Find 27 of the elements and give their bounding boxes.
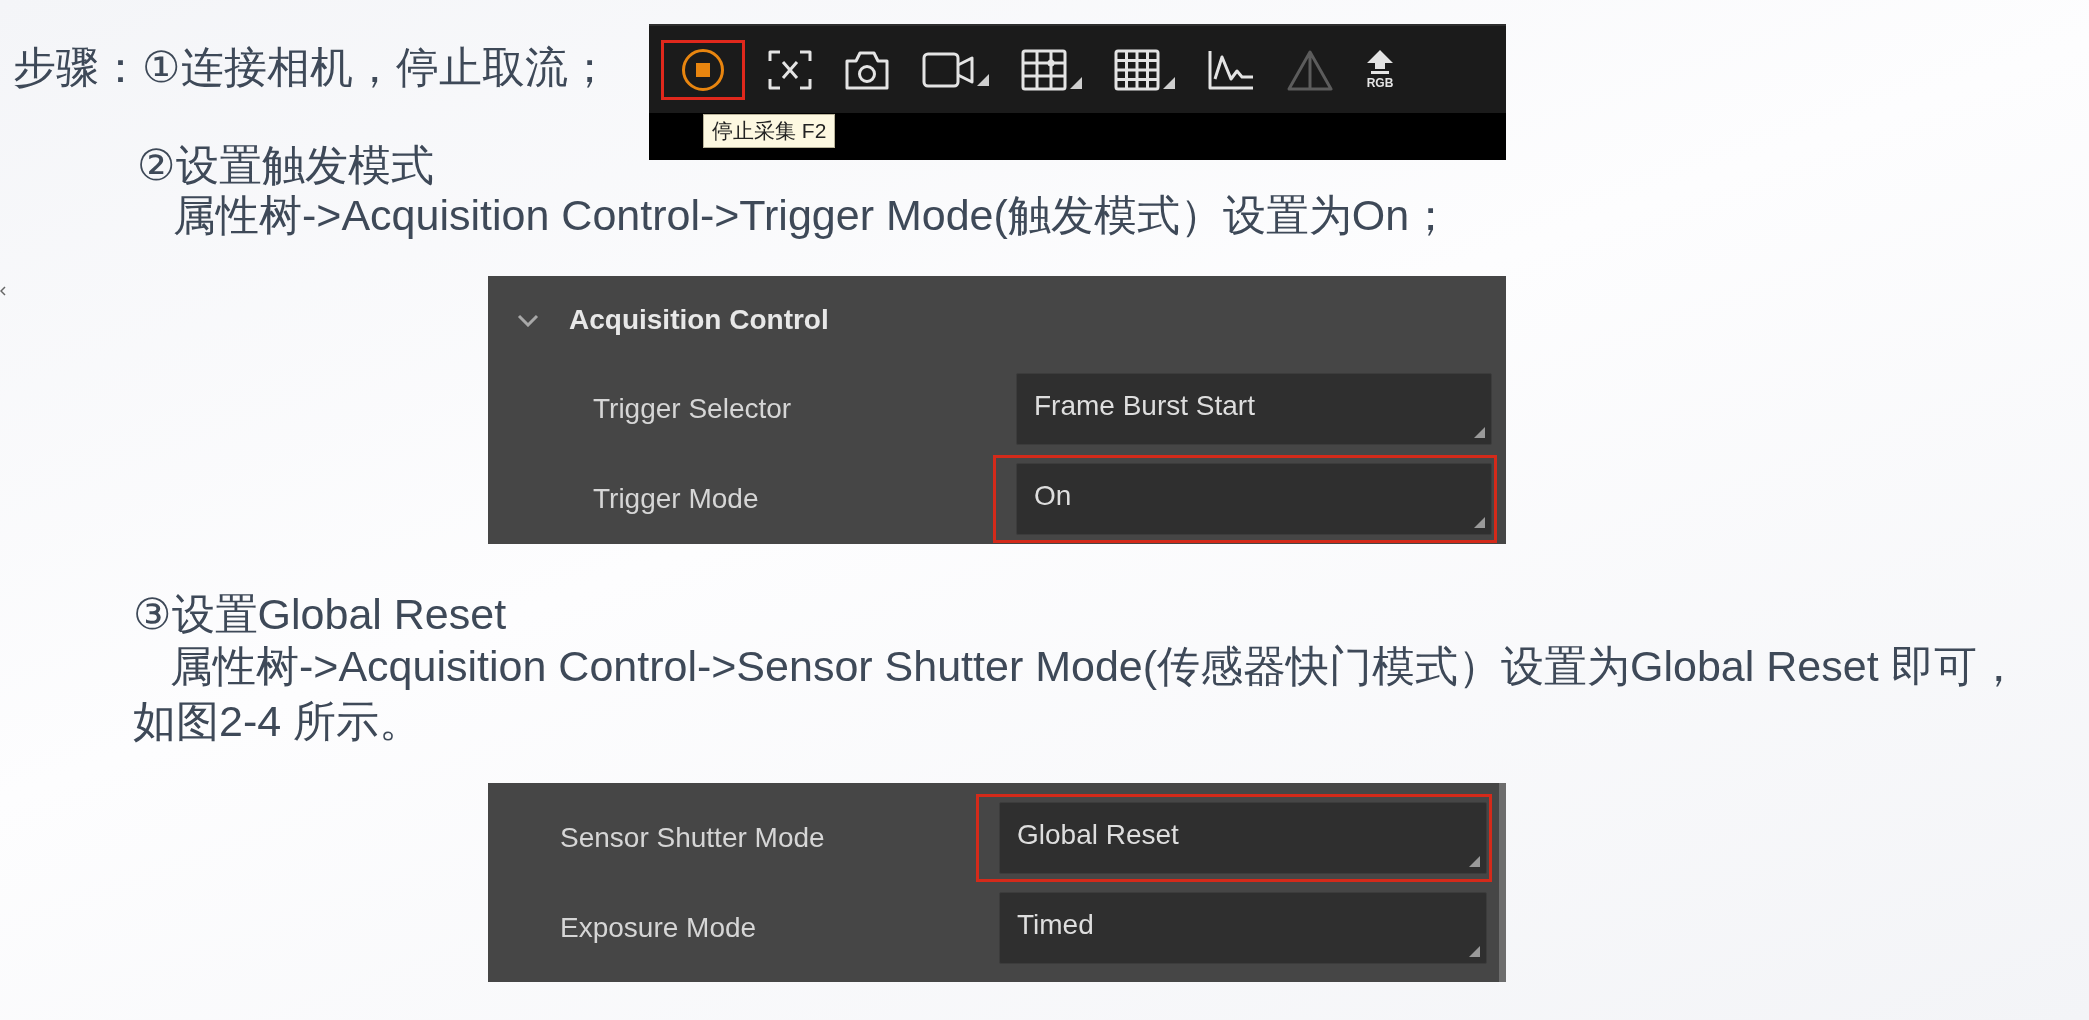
edge-chevron-icon [0, 286, 6, 296]
dropdown-caret-icon [1163, 76, 1175, 89]
dropdown-field[interactable]: Global Reset [999, 802, 1487, 874]
property-label: Exposure Mode [559, 912, 758, 944]
corner-triangle-icon [1474, 427, 1485, 438]
dropdown-field[interactable]: Timed [999, 892, 1487, 964]
corner-triangle-icon [1469, 856, 1480, 867]
instruction-text: 属性树->Acquisition Control->Sensor Shutter Mode(传感器快门模式）设置为Global Reset 即可， [170, 641, 2020, 691]
toolbar-button[interactable]: RGB [1356, 41, 1404, 98]
dropdown-field[interactable]: On [1016, 463, 1492, 535]
section-title: Acquisition Control [569, 304, 829, 336]
instruction-text: 属性树->Acquisition Control->Trigger Mode(触发模式）设置为On； [173, 190, 1453, 240]
step-heading: ②设置触发模式 [137, 140, 434, 190]
corner-triangle-icon [1474, 517, 1485, 528]
step-text: 步骤：①连接相机，停止取流； [13, 42, 611, 92]
property-label: Trigger Mode [592, 483, 760, 515]
dropdown-caret-icon [977, 73, 989, 86]
tooltip: 停止采集 F2 [703, 114, 836, 148]
property-label: Sensor Shutter Mode [559, 822, 826, 854]
corner-triangle-icon [1469, 946, 1480, 957]
dropdown-field[interactable]: Frame Burst Start [1016, 373, 1492, 445]
dropdown-caret-icon [1070, 76, 1082, 89]
toolbar-button[interactable] [661, 39, 745, 100]
chevron-down-icon[interactable] [517, 313, 539, 327]
property-label: Trigger Selector [592, 393, 793, 425]
caption-text: 如图2-4 所示。 [133, 696, 423, 746]
step-heading: ③设置Global Reset [133, 589, 507, 639]
